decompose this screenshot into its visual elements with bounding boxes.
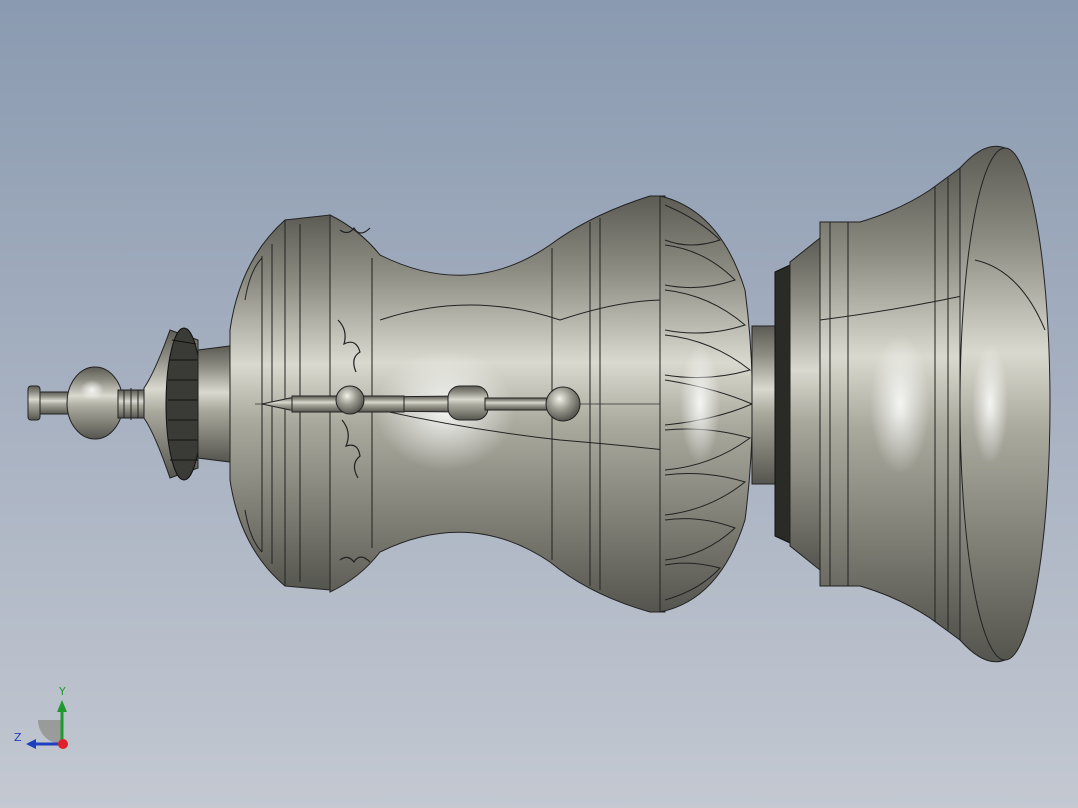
z-axis-label: Z bbox=[14, 731, 22, 744]
orientation-triad[interactable]: Y Z bbox=[10, 686, 74, 750]
base-disc[interactable] bbox=[959, 145, 1051, 663]
3d-model[interactable] bbox=[0, 0, 1078, 808]
cad-3d-viewport[interactable]: Y Z bbox=[0, 0, 1078, 808]
finial-tip[interactable] bbox=[27, 366, 145, 440]
gadrooned-bulb[interactable] bbox=[659, 195, 754, 613]
ribbed-knob[interactable] bbox=[143, 327, 231, 481]
neck-ring[interactable] bbox=[751, 236, 821, 572]
y-axis-label: Y bbox=[59, 685, 66, 698]
